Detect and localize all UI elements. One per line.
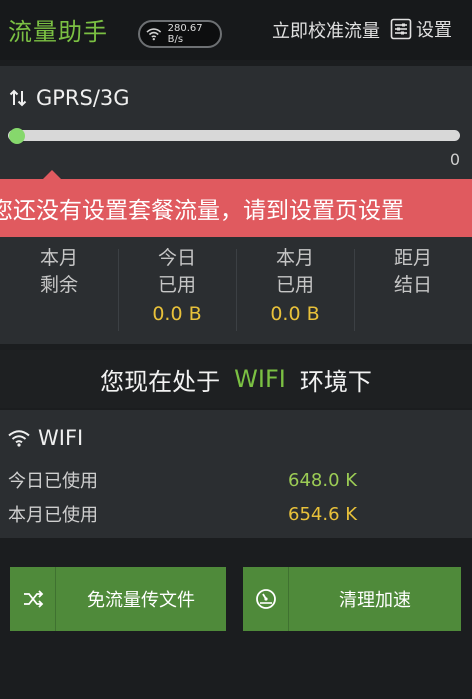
gprs-title-label: GPRS/3G <box>36 86 130 110</box>
speedometer-icon <box>255 589 276 609</box>
stat-label: 本月 <box>39 247 78 269</box>
progress-knob <box>9 128 25 144</box>
clean-speedup-button[interactable]: 清理加速 <box>243 567 461 631</box>
data-usage-progress-bar <box>8 130 460 141</box>
env-suffix: 环境下 <box>299 367 372 396</box>
wifi-icon <box>8 430 30 447</box>
warning-notch <box>43 170 61 179</box>
usage-stats-grid: 本月 剩余 今日 已用 0.0 B 本月 已用 0.0 B 距月 结日 <box>0 245 472 340</box>
wifi-today-value: 648.0 K <box>288 469 358 491</box>
stat-value: 0.0 B <box>270 303 320 325</box>
wifi-panel: WIFI 今日已使用 648.0 K 本月已使用 654.6 K <box>0 410 472 538</box>
shuffle-icon <box>23 590 43 608</box>
stat-label: 距月 <box>393 247 432 269</box>
stat-days-to-billing: 距月 结日 <box>354 245 472 340</box>
wifi-title: WIFI <box>8 426 83 450</box>
speed-value: 280.67 B/s <box>167 23 203 45</box>
wifi-month-label: 本月已使用 <box>8 505 98 526</box>
settings-label: 设置 <box>416 20 452 41</box>
stat-label: 已用 <box>157 274 196 296</box>
env-network: WIFI <box>234 365 286 393</box>
wifi-today-label: 今日已使用 <box>8 471 98 492</box>
stat-label: 本月 <box>275 247 314 269</box>
app-title: 流量助手 <box>8 18 108 46</box>
free-transfer-button[interactable]: 免流量传文件 <box>10 567 226 631</box>
stat-value: 0.0 B <box>152 303 202 325</box>
free-transfer-label: 免流量传文件 <box>87 590 195 611</box>
wifi-month-row: 本月已使用 654.6 K <box>8 499 458 529</box>
network-speed-indicator: 280.67 B/s <box>138 20 222 48</box>
progress-end-label: 0 <box>449 150 460 169</box>
wifi-icon <box>146 28 162 41</box>
wifi-today-row: 今日已使用 648.0 K <box>8 465 458 495</box>
stat-month-remaining: 本月 剩余 <box>0 245 118 340</box>
env-prefix: 您现在处于 <box>100 367 221 396</box>
warning-text: 您还没有设置套餐流量，请到设置页设置 <box>0 198 404 224</box>
stat-label: 剩余 <box>39 274 78 296</box>
clean-speedup-label: 清理加速 <box>339 590 411 611</box>
updown-arrows-icon <box>9 89 27 107</box>
warning-banner[interactable]: 您还没有设置套餐流量，请到设置页设置 <box>0 179 472 237</box>
gprs-title: GPRS/3G <box>8 86 130 110</box>
transfer-icon-box <box>10 567 56 631</box>
settings-list-icon <box>390 18 412 40</box>
stat-month-used: 本月 已用 0.0 B <box>236 245 354 340</box>
calibrate-traffic-button[interactable]: 立即校准流量 <box>272 17 380 43</box>
network-environment-notice: 您现在处于 WIFI 环境下 <box>0 350 472 408</box>
settings-button[interactable]: 设置 <box>390 14 452 44</box>
stat-label: 结日 <box>393 274 432 296</box>
stat-label: 已用 <box>275 274 314 296</box>
stat-today-used: 今日 已用 0.0 B <box>118 245 236 340</box>
wifi-month-value: 654.6 K <box>288 503 358 525</box>
wifi-title-label: WIFI <box>38 426 84 450</box>
stat-label: 今日 <box>157 247 196 269</box>
app-header: 流量助手 280.67 B/s 立即校准流量 设置 <box>0 0 472 60</box>
clean-icon-box <box>243 567 289 631</box>
